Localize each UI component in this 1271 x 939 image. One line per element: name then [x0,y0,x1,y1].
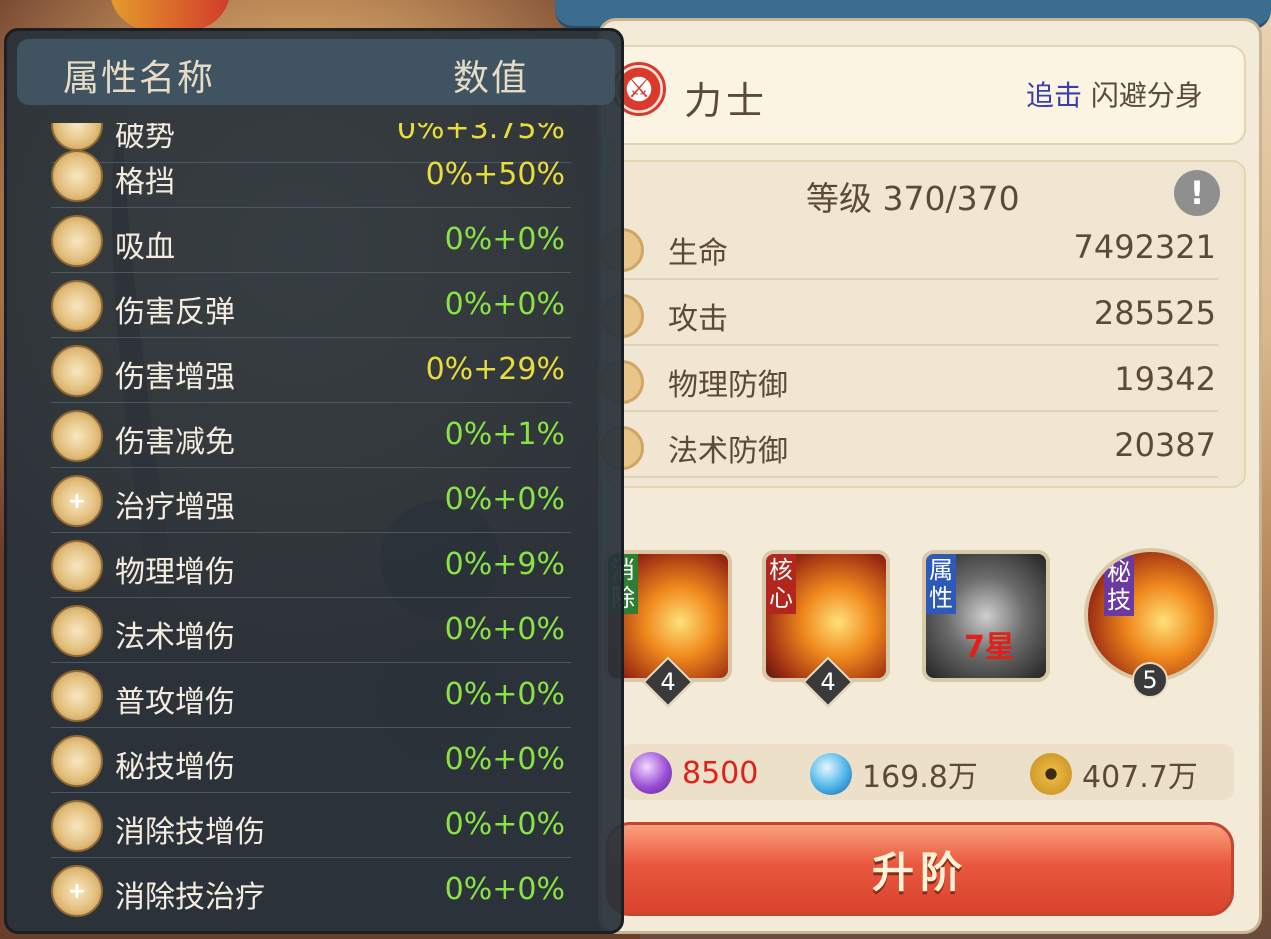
skill-tag-attribute: 属性 [926,554,956,614]
attr-row: 吸血 0%+0% [51,208,571,273]
attr-name: 物理增伤 [115,555,235,590]
attr-value: 0%+0% [444,287,565,322]
stat-value: 7492321 [1073,228,1216,266]
attr-value: 0%+0% [444,742,565,777]
attr-row: 消除技增伤 0%+0% [51,793,571,858]
crossed-swords-icon [51,540,103,592]
hero-class-name: 力士 [684,79,769,123]
skill-tag-core: 核心 [766,554,796,614]
currency-coin: 407.7万 [1030,752,1198,796]
attr-row: + 消除技治疗 0%+0% [51,858,571,923]
sword-shield-icon [51,410,103,462]
attr-name: 消除技治疗 [115,880,265,915]
attr-row: 伤害减免 0%+1% [51,403,571,468]
stat-row-magic-defense: 法术防御 20387 [600,414,1218,478]
header-attr-value: 数值 [453,58,530,99]
attr-value: 0%+0% [444,612,565,647]
stat-value: 19342 [1114,360,1216,398]
skill-level-badge: 5 [1132,662,1168,698]
header-attr-name: 属性名称 [63,58,216,99]
heal-plus-icon: + [51,475,103,527]
attr-row: 格挡 0%+50% [51,143,571,208]
skill-card-attribute[interactable]: 属性 7星 [922,550,1050,682]
magic-flame-icon [51,605,103,657]
copper-coin-icon [1030,753,1072,795]
currency-blue-orb: 169.8万 [810,752,978,796]
skill-tag-secret: 秘技 [1104,556,1134,616]
attr-value: 0%+0% [444,482,565,517]
stat-row-physical-defense: 物理防御 19342 [600,348,1218,412]
attr-row: 法术增伤 0%+0% [51,598,571,663]
attr-row: 伤害增强 0%+29% [51,338,571,403]
currency-value: 169.8万 [862,760,978,795]
attr-name: 伤害增强 [115,360,235,395]
stat-label: 物理防御 [668,368,788,403]
dodge-clone-skill-tag[interactable]: 闪避分身 [1091,79,1203,112]
attr-value: 0%+29% [425,352,565,387]
attr-value: 0%+9% [444,547,565,582]
skill-star-level: 7星 [964,630,1015,665]
attribute-panel-header: 属性名称 数值 [17,39,615,105]
currency-purple-orb: 8500 [630,752,758,794]
hero-level: 等级 370/370 [806,179,1020,218]
info-icon[interactable]: ! [1174,170,1220,216]
attr-name: 消除技增伤 [115,815,265,850]
chase-skill-tag[interactable]: 追击 [1026,79,1082,112]
trident-icon [51,345,103,397]
upgrade-button[interactable]: 升阶 [606,822,1234,916]
stat-row-hp: 生命 7492321 [600,216,1218,280]
elim-fist-icon [51,800,103,852]
stat-label: 法术防御 [668,434,788,469]
attribute-panel[interactable]: 破势 0%+3.75% 属性名称 数值 格挡 0%+50% 吸血 0%+0% 伤… [4,28,624,934]
currency-value: 8500 [682,755,759,791]
stat-value: 20387 [1114,426,1216,464]
attr-value: 0%+50% [425,157,565,192]
fist-icon [51,670,103,722]
currency-value: 407.7万 [1082,760,1198,795]
attr-value: 0%+0% [444,677,565,712]
stat-label: 攻击 [668,302,728,337]
attr-name: 法术增伤 [115,620,235,655]
secret-flame-icon [51,735,103,787]
attr-name: 格挡 [115,165,175,200]
attr-value: 0%+0% [444,807,565,842]
hero-skill-tags: 追击 闪避分身 [1026,74,1203,114]
attr-name: 吸血 [115,230,175,265]
attr-value: 0%+0% [444,222,565,257]
attr-value: 0%+1% [444,417,565,452]
attr-row: 普攻增伤 0%+0% [51,663,571,728]
blue-orb-icon [810,753,852,795]
blood-drop-icon [51,215,103,267]
attr-value: 0%+0% [444,872,565,907]
attr-name: 伤害反弹 [115,295,235,330]
attr-row: 物理增伤 0%+9% [51,533,571,598]
attr-row: 伤害反弹 0%+0% [51,273,571,338]
elim-heal-icon: + [51,865,103,917]
stat-value: 285525 [1093,294,1216,332]
attr-name: 伤害减免 [115,425,235,460]
reflect-arrow-icon [51,280,103,332]
purple-orb-icon [630,752,672,794]
block-shield-icon [51,150,103,202]
attr-row: + 治疗增强 0%+0% [51,468,571,533]
attr-row: 秘技增伤 0%+0% [51,728,571,793]
attr-name: 治疗增强 [115,490,235,525]
stat-row-attack: 攻击 285525 [600,282,1218,346]
attr-name: 秘技增伤 [115,750,235,785]
attr-name: 普攻增伤 [115,685,235,720]
stat-label: 生命 [668,236,728,271]
